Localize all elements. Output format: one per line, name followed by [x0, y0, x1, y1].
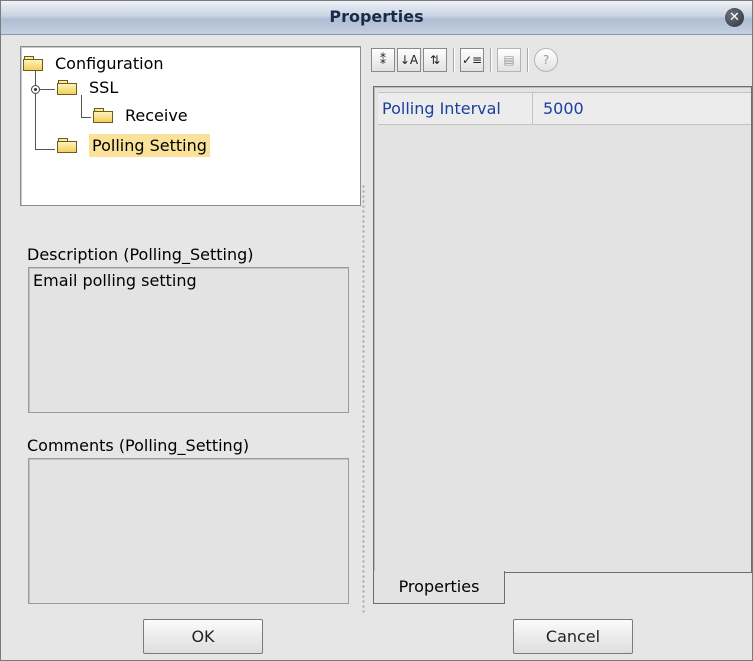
tree-item-ssl[interactable]: SSL	[57, 75, 118, 99]
pane-splitter[interactable]	[361, 184, 366, 614]
configuration-tree[interactable]: Configuration SSL Receive Polling Settin…	[20, 46, 361, 206]
tree-connector	[35, 149, 55, 150]
property-sheet-button[interactable]: ▤	[497, 48, 521, 72]
property-sheet: Polling Interval 5000	[373, 86, 752, 573]
folder-icon	[23, 56, 43, 71]
cancel-button[interactable]: Cancel	[513, 619, 633, 654]
ok-button[interactable]: OK	[143, 619, 263, 654]
toolbar-separator	[490, 48, 492, 72]
toggle-description-button[interactable]: ✓≡	[460, 48, 484, 72]
properties-dialog: Properties ✕ Configuration SSL Receive P…	[0, 0, 753, 661]
dialog-title: Properties	[329, 7, 424, 26]
tree-connector	[35, 67, 36, 150]
tree-item-polling-setting[interactable]: Polling Setting	[57, 133, 210, 157]
description-label: Description (Polling_Setting)	[27, 245, 254, 264]
comments-label: Comments (Polling_Setting)	[27, 436, 250, 455]
tree-item-label: Configuration	[55, 53, 164, 73]
help-button[interactable]: ?	[534, 48, 558, 72]
close-icon: ✕	[729, 10, 740, 25]
sort-by-category-button[interactable]: ⁑	[371, 48, 395, 72]
show-changed-properties-icon: ⇅	[429, 53, 441, 67]
tree-item-configuration[interactable]: Configuration	[23, 51, 164, 75]
toolbar-separator	[527, 48, 529, 72]
tree-connector	[81, 117, 91, 118]
show-changed-properties-button[interactable]: ⇅	[423, 48, 447, 72]
expand-toggle-icon[interactable]	[31, 85, 40, 94]
toolbar-separator	[453, 48, 455, 72]
description-box: Email polling setting	[28, 267, 349, 413]
folder-icon	[93, 108, 113, 123]
sort-by-category-icon: ⁑	[380, 53, 386, 67]
property-sheet-icon: ▤	[503, 53, 515, 67]
comments-textarea[interactable]	[28, 458, 349, 604]
sort-alphabetically-button[interactable]: ↓A	[397, 48, 421, 72]
tree-item-label: SSL	[89, 77, 119, 97]
tree-item-receive[interactable]: Receive	[93, 103, 188, 127]
tree-item-label: Receive	[125, 105, 188, 125]
sort-alphabetically-icon: ↓A	[399, 53, 419, 67]
tree-item-label: Polling Setting	[89, 133, 210, 157]
property-value[interactable]: 5000	[543, 93, 584, 124]
close-button[interactable]: ✕	[725, 8, 744, 27]
property-name: Polling Interval	[378, 93, 533, 124]
tab-properties[interactable]: Properties	[373, 571, 505, 604]
folder-icon	[57, 138, 77, 153]
help-icon: ?	[542, 53, 550, 67]
title-bar[interactable]: Properties ✕	[1, 1, 752, 35]
property-row[interactable]: Polling Interval 5000	[378, 92, 751, 125]
folder-icon	[57, 80, 77, 95]
toggle-description-icon: ✓≡	[461, 53, 483, 67]
